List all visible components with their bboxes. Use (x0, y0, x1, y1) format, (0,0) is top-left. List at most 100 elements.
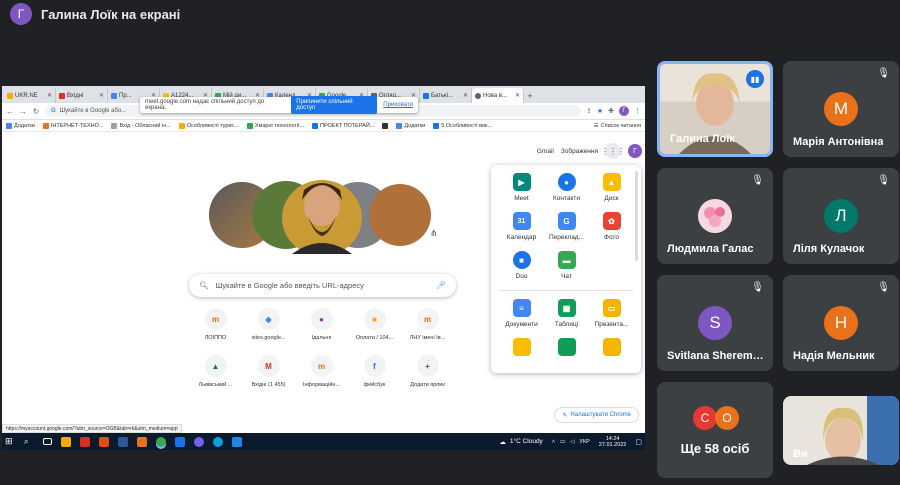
task-view-icon[interactable] (43, 438, 52, 445)
google-header-links: Gmail Зображення ⋮⋮⋮ Г (537, 143, 642, 159)
taskbar-app-icon[interactable] (137, 436, 147, 447)
more-participants-tile[interactable]: С О Ще 58 осіб (657, 382, 773, 478)
stop-sharing-button[interactable]: Припинити спільний доступ (291, 96, 378, 114)
participant-name: Надія Мельник (793, 350, 875, 362)
google-doodle[interactable] (206, 176, 438, 254)
contacts-icon: ● (557, 173, 576, 191)
share-doodle-icon[interactable]: ⋔ (430, 228, 438, 239)
participant-tile[interactable]: 🎙︎ Л Ліля Кулачок (783, 168, 899, 264)
participant-tile-speaking[interactable]: ▮▮ Галина Лоїк (657, 61, 773, 157)
weather-widget[interactable]: ☁ 1°C Cloudy (499, 438, 542, 446)
share-icon[interactable]: ⇪ (586, 107, 592, 115)
bookmark-item[interactable]: Додатки (6, 122, 35, 129)
browser-tab[interactable]: Вхідні ✕ (56, 88, 108, 103)
app-docs[interactable]: ≡ Документи (499, 299, 544, 328)
taskbar-app-icon[interactable] (175, 436, 185, 447)
participant-tile[interactable]: 🎙︎ Н Надія Мельник (783, 275, 899, 371)
language-indicator: УКР (579, 438, 590, 445)
app-photos[interactable]: ✿ Фото (589, 212, 634, 241)
participant-avatar: S (698, 306, 732, 340)
bookmark-item[interactable]: ПРОЕКТ ПОТЕРАЙ... (312, 122, 374, 129)
menu-icon[interactable]: ⋮ (634, 107, 641, 115)
reload-icon[interactable]: ↻ (32, 107, 40, 116)
app-partial[interactable] (589, 338, 634, 356)
network-icon: ▭ (560, 438, 566, 445)
clock[interactable]: 14:24 27.01.2022 (599, 436, 627, 448)
app-partial[interactable] (499, 338, 544, 356)
search-icon[interactable]: ⌕ (24, 437, 34, 447)
app-drive[interactable]: ▲ Диск (589, 173, 634, 202)
gmail-link[interactable]: Gmail (537, 148, 554, 155)
self-video-tile[interactable]: Ви (783, 396, 899, 465)
browser-tab-active[interactable]: Нова в... ✕ (472, 88, 524, 103)
taskbar-app-icon[interactable] (61, 436, 71, 447)
reading-list[interactable]: ☰ Список читання (594, 123, 641, 129)
taskbar-app-icon[interactable] (118, 436, 128, 447)
shortcut-item[interactable]: ◆ sites.google... (242, 308, 295, 341)
bookmark-item[interactable]: 5.Особливості вик... (433, 122, 492, 129)
profile-avatar[interactable]: Г (619, 106, 629, 116)
participant-tile[interactable]: 🎙︎ М Марія Антонівна (783, 61, 899, 157)
shortcut-item[interactable]: m Інформаційн... (295, 355, 348, 388)
app-meet[interactable]: ▶ Meet (499, 173, 544, 202)
mail-icon[interactable] (232, 436, 242, 447)
windows-start-icon[interactable]: ⊞ (5, 436, 15, 447)
mic-off-icon: 🎙︎ (877, 282, 890, 293)
chrome-icon[interactable] (156, 436, 166, 447)
forward-icon[interactable]: → (19, 107, 27, 116)
back-icon[interactable]: ← (6, 107, 14, 116)
shortcut-item[interactable]: m ЛОІППО (189, 308, 242, 341)
app-chat[interactable]: ▬ Чат (544, 251, 589, 280)
participant-tile[interactable]: 🎙︎ Людмила Галас (657, 168, 773, 264)
browser-tab[interactable]: UKR.NE ✕ (4, 88, 56, 103)
shortcut-item[interactable]: M Вхідні (1 455) (242, 355, 295, 388)
google-search-box[interactable]: 🔍︎ Шукайте в Google або введіть URL-адре… (189, 274, 456, 297)
browser-tab[interactable]: Батькі... ✕ (420, 88, 472, 103)
bookmark-item[interactable]: ІНТЕРНЕТ-ТЕХНО... (42, 122, 103, 129)
bookmark-item[interactable] (382, 122, 389, 129)
app-duo[interactable]: ■ Duo (499, 251, 544, 280)
taskbar-app-icon[interactable] (80, 436, 90, 447)
new-tab-button[interactable]: + (524, 88, 536, 103)
participant-name: Svitlana Sheremeta (667, 350, 767, 362)
images-link[interactable]: Зображення (561, 148, 598, 155)
hide-link[interactable]: Приховати (383, 102, 413, 108)
viber-icon[interactable] (194, 436, 204, 447)
shortcut-icon: ◆ (257, 308, 280, 330)
bookmark-star-icon[interactable]: ★ (597, 107, 603, 115)
shortcut-item[interactable]: ● Ідальня (295, 308, 348, 341)
shortcut-item[interactable]: f фейсбук (348, 355, 401, 388)
add-shortcut-button[interactable]: + Додати ярлик (401, 355, 454, 388)
apps-grid-icon[interactable]: ⋮⋮⋮ (601, 143, 625, 159)
edge-icon[interactable] (213, 436, 223, 447)
bookmark-item[interactable]: Особливості турис... (178, 122, 239, 129)
mic-off-icon: 🎙︎ (877, 175, 890, 186)
participant-tile[interactable]: 🎙︎ S Svitlana Sheremeta (657, 275, 773, 371)
shortcut-item[interactable]: ■ Оплати / 104... (348, 308, 401, 341)
extensions-icon[interactable]: ✚ (608, 107, 614, 115)
app-calendar[interactable]: 31 Календар (499, 212, 544, 241)
microphone-icon[interactable]: 🎤︎ (436, 281, 446, 290)
bookmark-item[interactable]: Хмарні технології... (246, 122, 304, 129)
app-partial[interactable] (544, 338, 589, 356)
customize-chrome-button[interactable]: ✎ Налаштувати Chrome (554, 407, 639, 423)
app-contacts[interactable]: ● Контакти (544, 173, 589, 202)
notification-icon[interactable]: ▢ (635, 438, 642, 446)
shortcut-icon: M (257, 355, 280, 377)
apps-scrollbar[interactable] (635, 171, 638, 261)
bookmark-item[interactable]: Вхід - Обласний ін... (111, 122, 171, 129)
app-translate[interactable]: G Переклад... (544, 212, 589, 241)
search-icon: 🔍︎ (199, 281, 209, 290)
system-tray[interactable]: ˄ ▭ ◁ УКР (552, 439, 590, 445)
google-g-icon: G (51, 108, 56, 114)
taskbar-app-icon[interactable] (99, 436, 109, 447)
chat-icon: ▬ (557, 251, 576, 269)
bookmark-item[interactable]: Додатки (396, 122, 425, 129)
shortcut-item[interactable]: m ЛНУ імені Ів... (401, 308, 454, 341)
shortcut-icon: f (363, 355, 386, 377)
account-avatar[interactable]: Г (628, 144, 642, 158)
shortcut-item[interactable]: ▲ Львівський ... (189, 355, 242, 388)
shortcut-icon: ● (310, 308, 333, 330)
app-slides[interactable]: ▭ Презента... (589, 299, 634, 328)
app-sheets[interactable]: ▦ Таблиці (544, 299, 589, 328)
